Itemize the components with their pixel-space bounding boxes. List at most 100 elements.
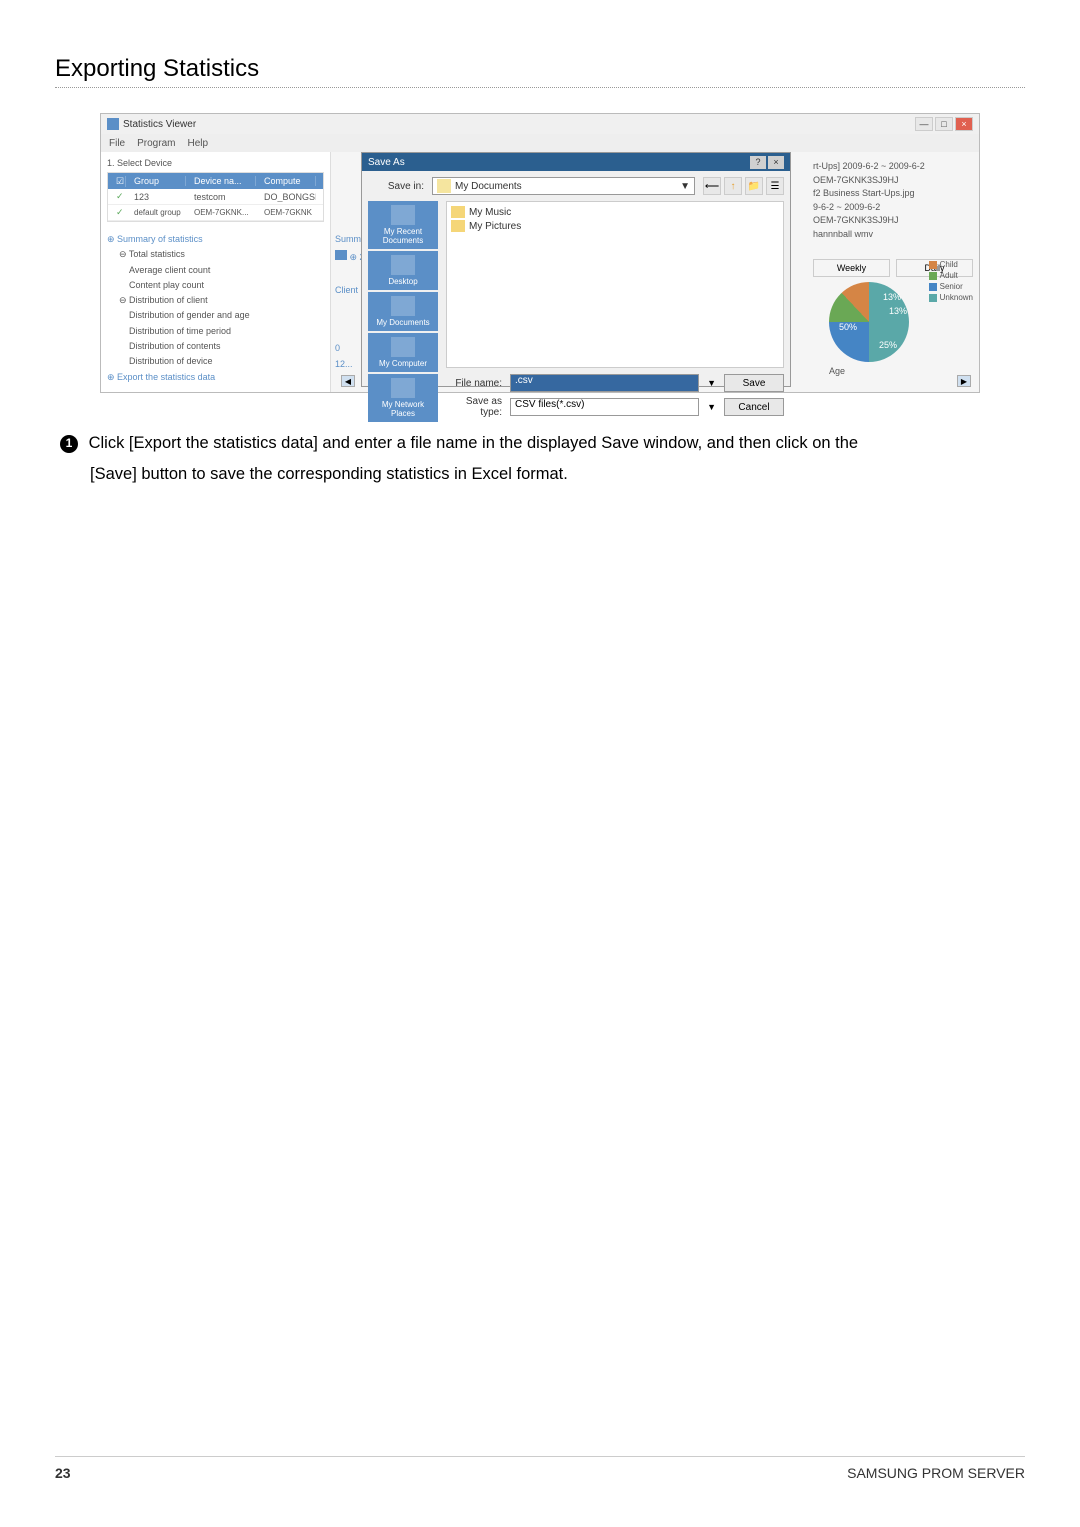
tree-avg[interactable]: Average client count — [107, 263, 324, 278]
back-button[interactable]: ⟵ — [703, 177, 721, 195]
place-recent[interactable]: My Recent Documents — [368, 201, 438, 249]
folder-label: My Pictures — [469, 221, 521, 232]
filename-label: File name: — [446, 378, 502, 389]
save-in-dropdown[interactable]: My Documents ▼ — [432, 177, 695, 195]
legend-senior: Senior — [929, 282, 973, 291]
info-line: hannnball wmv — [813, 228, 973, 242]
header-device: Device na... — [186, 176, 256, 186]
saveas-type-label: Save as type: — [446, 396, 502, 418]
stats-tree: ⊕ Summary of statistics ⊖ Total statisti… — [107, 232, 324, 385]
tree-time[interactable]: Distribution of time period — [107, 324, 324, 339]
cell-group: default group — [126, 208, 186, 217]
info-line: 9-6-2 ~ 2009-6-2 — [813, 201, 973, 215]
header-computer: Compute — [256, 176, 316, 186]
scroll-right-icon[interactable]: ▶ — [957, 375, 971, 387]
minimize-button[interactable]: — — [915, 117, 933, 131]
table-row[interactable]: ✓ 123 testcom DO_BONGSI — [108, 189, 323, 205]
header-group: Group — [126, 176, 186, 186]
instruction-line2: [Save] button to save the corresponding … — [60, 459, 1020, 490]
tree-device[interactable]: Distribution of device — [107, 354, 324, 369]
save-in-value: My Documents — [455, 181, 522, 192]
scroll-left-icon[interactable]: ◀ — [341, 375, 355, 387]
window-titlebar: Statistics Viewer — □ × — [101, 114, 979, 134]
tree-summary[interactable]: ⊕ Summary of statistics — [107, 232, 324, 247]
view-button[interactable]: ☰ — [766, 177, 784, 195]
tree-gender[interactable]: Distribution of gender and age — [107, 308, 324, 323]
menu-file[interactable]: File — [109, 138, 125, 149]
menu-bar: File Program Help — [101, 134, 979, 152]
pie-label-25: 25% — [879, 340, 897, 350]
page-heading: Exporting Statistics — [55, 55, 1025, 83]
folder-label: My Music — [469, 207, 511, 218]
up-button[interactable]: ↑ — [724, 177, 742, 195]
dialog-title: Save As — [368, 157, 405, 168]
cell-device: OEM-7GKNK... — [186, 208, 256, 217]
weekly-button[interactable]: Weekly — [813, 259, 890, 277]
saveas-type-dropdown[interactable]: CSV files(*.csv) — [510, 398, 699, 416]
legend-child: Child — [929, 260, 973, 269]
checkbox-icon[interactable]: ✓ — [116, 191, 124, 201]
info-line: rt-Ups] 2009-6-2 ~ 2009-6-2 — [813, 160, 973, 174]
checkbox-icon[interactable]: ✓ — [116, 207, 124, 217]
file-list-area[interactable]: My Music My Pictures — [446, 201, 784, 368]
screenshot-container: Statistics Viewer — □ × File Program Hel… — [100, 113, 980, 393]
save-button[interactable]: Save — [724, 374, 784, 392]
chevron-down-icon[interactable]: ▼ — [707, 378, 716, 388]
instruction-line1: Click [Export the statistics data] and e… — [89, 434, 859, 452]
maximize-button[interactable]: □ — [935, 117, 953, 131]
select-device-label: 1. Select Device — [107, 158, 324, 168]
folder-music[interactable]: My Music — [451, 206, 779, 218]
place-network[interactable]: My Network Places — [368, 374, 438, 422]
cell-device: testcom — [186, 192, 256, 202]
save-in-label: Save in: — [368, 181, 424, 192]
footer-brand: SAMSUNG PROM SERVER — [847, 1465, 1025, 1481]
pie-visual: 50% 25% 13% 13% — [829, 282, 909, 362]
dialog-help-button[interactable]: ? — [750, 156, 766, 169]
legend-adult: Adult — [929, 271, 973, 280]
folder-icon — [437, 179, 451, 193]
menu-program[interactable]: Program — [137, 138, 175, 149]
device-table: ☑ Group Device na... Compute ✓ 123 testc… — [107, 172, 324, 222]
place-desktop[interactable]: Desktop — [368, 251, 438, 290]
left-panel: 1. Select Device ☑ Group Device na... Co… — [101, 152, 331, 392]
pie-label-13a: 13% — [883, 292, 901, 302]
info-line: OEM-7GKNK3SJ9HJ — [813, 174, 973, 188]
places-sidebar: My Recent Documents Desktop My Documents… — [368, 201, 438, 422]
divider — [55, 87, 1025, 88]
chevron-down-icon[interactable]: ▼ — [707, 402, 716, 412]
window-title: Statistics Viewer — [123, 119, 196, 130]
table-row[interactable]: ✓ default group OEM-7GKNK... OEM-7GKNK — [108, 205, 323, 221]
tree-export[interactable]: ⊕ Export the statistics data — [107, 370, 324, 385]
header-check[interactable]: ☑ — [108, 176, 126, 187]
cell-group: 123 — [126, 192, 186, 202]
place-mydocs[interactable]: My Documents — [368, 292, 438, 331]
save-dialog: Save As ? × Save in: My Documents ▼ — [361, 152, 791, 387]
pie-label-50: 50% — [839, 322, 857, 332]
pie-label-13b: 13% — [889, 306, 907, 316]
place-mycomputer[interactable]: My Computer — [368, 333, 438, 372]
filename-input[interactable]: .csv — [510, 374, 699, 392]
cell-computer: DO_BONGSI — [256, 192, 316, 202]
cancel-button[interactable]: Cancel — [724, 398, 784, 416]
legend-unknown: Unknown — [929, 293, 973, 302]
chevron-down-icon: ▼ — [680, 181, 690, 192]
folder-icon — [451, 220, 465, 232]
cell-computer: OEM-7GKNK — [256, 208, 316, 217]
tree-contents[interactable]: Distribution of contents — [107, 339, 324, 354]
info-line: f2 Business Start-Ups.jpg — [813, 187, 973, 201]
info-line: OEM-7GKNK3SJ9HJ — [813, 214, 973, 228]
dialog-title-bar: Save As ? × — [362, 153, 790, 171]
page-footer: 23 SAMSUNG PROM SERVER — [55, 1456, 1025, 1481]
tree-dist-client[interactable]: ⊖ Distribution of client — [107, 293, 324, 308]
close-button[interactable]: × — [955, 117, 973, 131]
step-number-icon: 1 — [60, 435, 78, 453]
app-icon — [107, 118, 119, 130]
instruction-text: 1 Click [Export the statistics data] and… — [55, 428, 1025, 491]
tree-total[interactable]: ⊖ Total statistics — [107, 247, 324, 262]
pie-chart: 50% 25% 13% 13% Age — [829, 282, 939, 372]
tree-content[interactable]: Content play count — [107, 278, 324, 293]
folder-pictures[interactable]: My Pictures — [451, 220, 779, 232]
dialog-close-button[interactable]: × — [768, 156, 784, 169]
menu-help[interactable]: Help — [187, 138, 208, 149]
new-folder-button[interactable]: 📁 — [745, 177, 763, 195]
